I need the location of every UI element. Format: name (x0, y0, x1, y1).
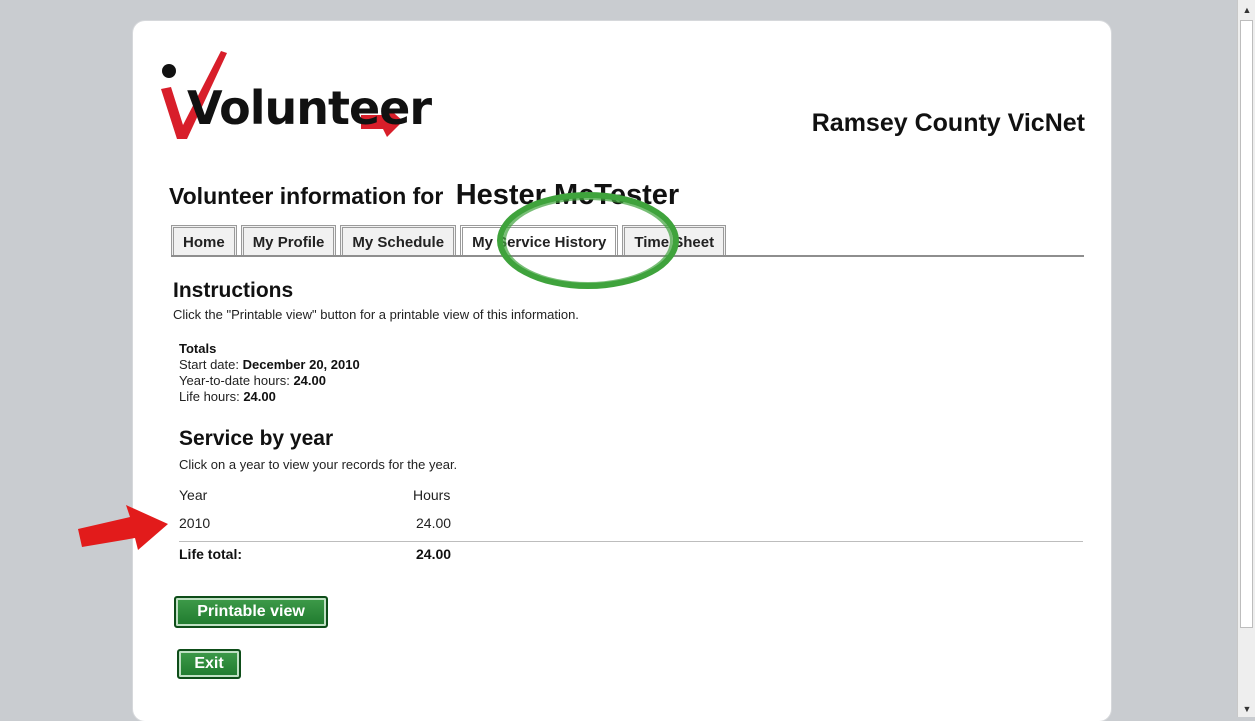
scroll-down-icon[interactable]: ▼ (1238, 701, 1255, 717)
volunteer-logo: Volunteer (155, 45, 432, 145)
year-link[interactable]: 2010 (179, 515, 210, 531)
service-by-year-heading: Service by year (179, 427, 334, 450)
column-header-year: Year (179, 487, 208, 503)
page-heading: Volunteer information for Hester McTeste… (169, 179, 679, 212)
tab-my-service-history[interactable]: My Service History (460, 225, 619, 256)
red-arrow-icon (78, 505, 168, 550)
table-header-row: Year Hours (179, 483, 1083, 511)
service-table: Year Hours 2010 24.00 Life total: 24.00 (179, 483, 1083, 570)
totals-section: Totals Start date: December 20, 2010 Yea… (179, 341, 360, 405)
row-hours: 24.00 (416, 515, 452, 531)
tab-underline (171, 255, 1084, 257)
ytd-hours-value: 24.00 (293, 373, 326, 388)
scrollbar-thumb[interactable] (1240, 20, 1253, 628)
start-date-value: December 20, 2010 (242, 357, 360, 372)
tab-time-sheet[interactable]: Time Sheet (622, 225, 727, 256)
scroll-up-icon[interactable]: ▲ (1238, 2, 1255, 18)
service-by-year-text: Click on a year to view your records for… (179, 457, 458, 472)
main-card: Volunteer Ramsey County VicNet Volunteer… (133, 21, 1111, 721)
tab-my-profile[interactable]: My Profile (240, 225, 337, 256)
volunteer-name: Hester McTester (455, 179, 680, 211)
table-row[interactable]: 2010 24.00 (179, 511, 1083, 539)
life-total-label: Life total: (179, 546, 242, 562)
tab-home[interactable]: Home (171, 225, 237, 256)
printable-view-button[interactable]: Printable view (174, 596, 328, 628)
heading-prefix: Volunteer information for (169, 183, 444, 209)
tab-my-schedule[interactable]: My Schedule (340, 225, 457, 256)
instructions-heading: Instructions (173, 279, 294, 302)
totals-heading: Totals (179, 341, 217, 356)
ytd-hours-label: Year-to-date hours: (179, 373, 290, 388)
logo-wordmark: Volunteer (187, 81, 432, 135)
life-hours-value: 24.00 (243, 389, 276, 404)
organization-name: Ramsey County VicNet (811, 109, 1085, 137)
column-header-hours: Hours (413, 487, 451, 503)
tab-bar: Home My Profile My Schedule My Service H… (171, 222, 727, 256)
exit-button[interactable]: Exit (177, 649, 241, 679)
start-date-label: Start date: (179, 357, 239, 372)
life-hours-label: Life hours: (179, 389, 240, 404)
vertical-scrollbar[interactable]: ▲ ▼ (1237, 0, 1255, 717)
life-total-value: 24.00 (416, 546, 452, 562)
instructions-text: Click the "Printable view" button for a … (173, 307, 579, 322)
table-total-row: Life total: 24.00 (179, 542, 1083, 570)
